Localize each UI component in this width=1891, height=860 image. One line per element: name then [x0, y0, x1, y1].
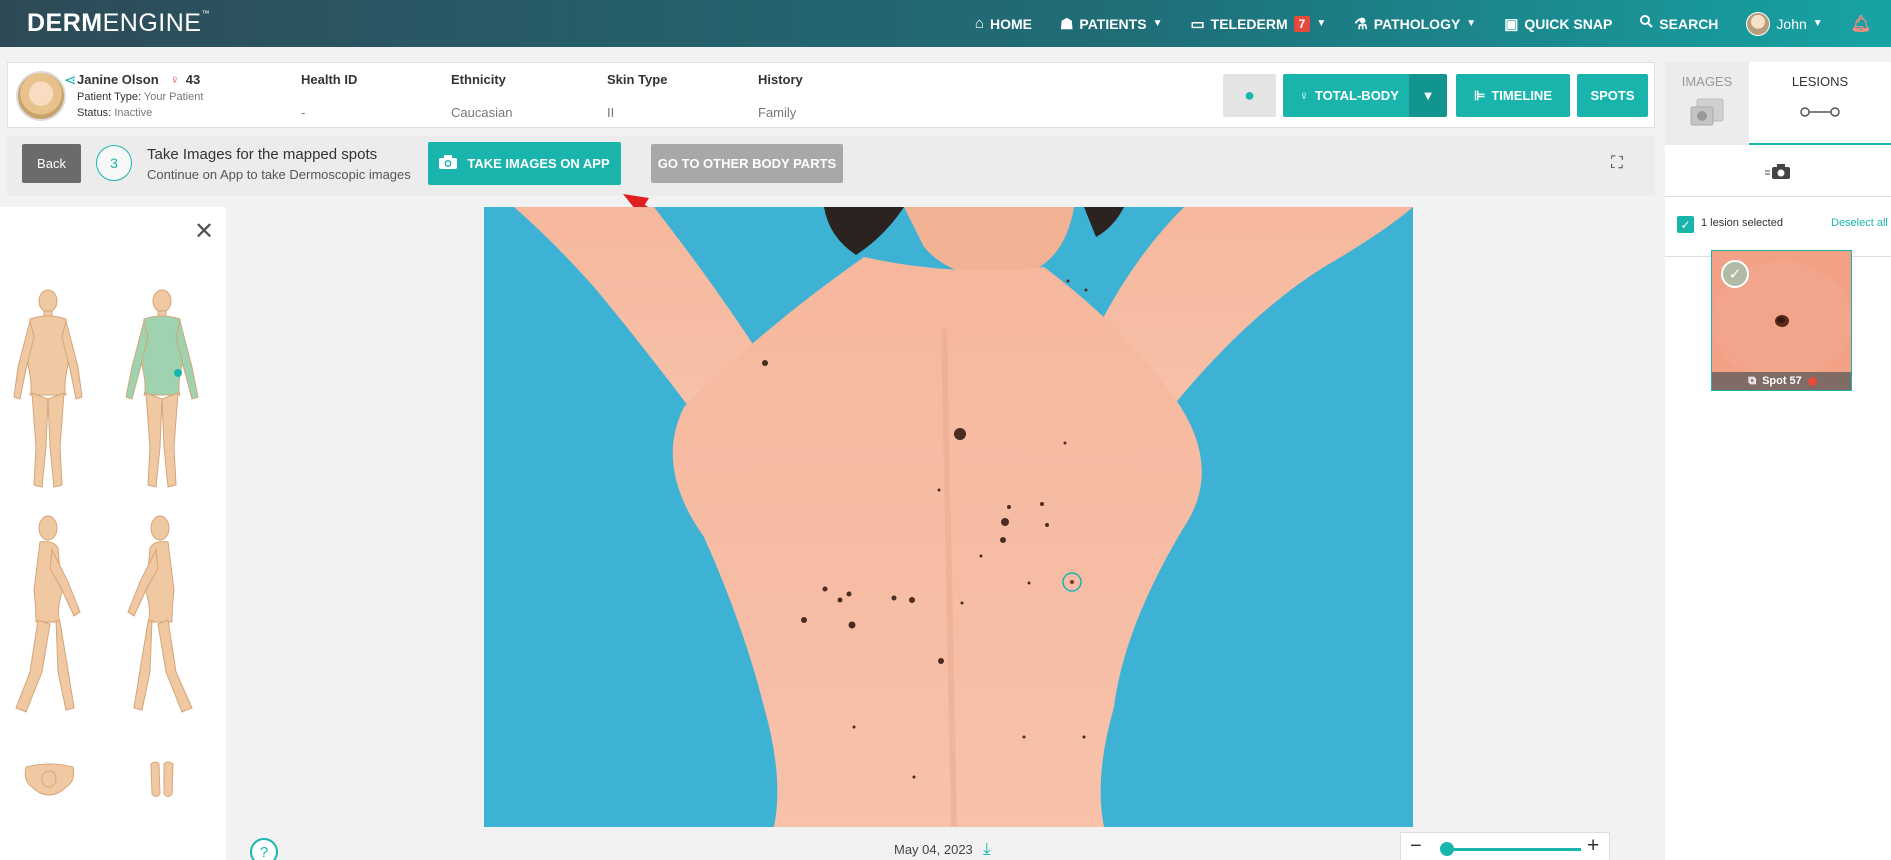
step-title: Take Images for the mapped spots	[147, 146, 378, 163]
nav-home[interactable]: ⌂ HOME	[975, 15, 1032, 32]
body-right-side-view[interactable]	[118, 512, 203, 717]
timeline-button[interactable]: ⊫ TIMELINE	[1456, 74, 1570, 117]
step-subtitle: Continue on App to take Dermoscopic imag…	[147, 167, 411, 182]
select-lesions-checkbox[interactable]: ✓	[1677, 216, 1694, 233]
nav-search[interactable]: SEARCH	[1640, 15, 1718, 32]
lesion-selected-count: 1 lesion selected	[1701, 217, 1783, 229]
back-button[interactable]: Back	[22, 144, 81, 183]
total-body-dropdown-button[interactable]: ▼	[1409, 74, 1447, 117]
zoom-out-icon[interactable]: −	[1410, 835, 1422, 858]
chevron-down-icon: ▼	[1316, 18, 1327, 29]
tab-images[interactable]: IMAGES	[1665, 62, 1749, 145]
caret-down-icon: ▼	[1421, 88, 1435, 103]
nav-quick-snap[interactable]: ▣ QUICK SNAP	[1504, 15, 1612, 33]
help-icon[interactable]: ?	[250, 838, 278, 860]
download-icon[interactable]: ⤓	[983, 839, 991, 859]
chevron-down-icon: ▼	[1152, 18, 1163, 29]
telederm-icon: ▭	[1190, 15, 1205, 33]
patient-name[interactable]: Janine Olson	[77, 72, 159, 87]
patient-status: Status: Inactive	[77, 107, 153, 119]
user-avatar	[1746, 11, 1771, 36]
go-to-other-body-parts-button[interactable]: GO TO OTHER BODY PARTS	[651, 144, 843, 183]
spot-label-bar: ⧉ Spot 57	[1712, 372, 1851, 390]
female-gender-icon: ♀	[170, 72, 180, 87]
open-external-icon[interactable]: ⧉	[1748, 375, 1756, 388]
take-images-on-app-button[interactable]: TAKE IMAGES ON APP	[428, 142, 621, 185]
right-panel: IMAGES LESIONS ✓ 1 lesion selected Desel…	[1665, 62, 1891, 860]
chevron-down-icon: ▼	[1812, 18, 1823, 29]
spots-button[interactable]: SPOTS	[1577, 74, 1648, 117]
lesion-selection-row: ✓ 1 lesion selected Deselect all	[1665, 197, 1891, 257]
total-body-button[interactable]: ♀ TOTAL-BODY	[1283, 74, 1415, 117]
history-column: History Family	[758, 72, 803, 120]
body-back-view-selected[interactable]	[120, 287, 205, 492]
lesion-thumbnail-spot-57[interactable]: ✓ ⧉ Spot 57	[1711, 250, 1852, 391]
risk-status-dot	[1807, 376, 1817, 386]
capture-lesion-button[interactable]	[1665, 152, 1891, 197]
clinical-back-image[interactable]	[484, 207, 1413, 827]
tab-lesions[interactable]: LESIONS	[1749, 62, 1891, 145]
patient-profile-button[interactable]: ●	[1223, 74, 1276, 117]
body-front-view[interactable]	[8, 287, 88, 492]
close-icon[interactable]: ✕	[194, 217, 214, 246]
user-icon: ●	[1244, 85, 1255, 105]
images-icon	[1690, 98, 1724, 126]
fullscreen-icon[interactable]: ⛶	[1611, 153, 1623, 173]
body-left-side-view[interactable]	[6, 512, 91, 717]
zoom-control: − +	[1400, 832, 1610, 860]
microscope-icon: ⚗	[1354, 15, 1368, 33]
nav-telederm[interactable]: ▭ TELEDERM 7 ▼	[1190, 15, 1326, 33]
camera-icon	[439, 155, 458, 172]
notifications-button[interactable]: 🔔︎	[1851, 14, 1871, 34]
health-id-column: Health ID -	[301, 72, 358, 120]
share-icon[interactable]: ⋖	[64, 71, 77, 89]
lesions-icon	[1800, 107, 1840, 117]
step-number: 3	[96, 145, 132, 181]
mapped-spot-marker	[174, 369, 182, 377]
zoom-slider-thumb[interactable]	[1440, 842, 1454, 856]
search-icon	[1640, 15, 1654, 32]
body-head-top-view[interactable]	[22, 759, 77, 799]
camera-icon	[1765, 163, 1791, 185]
back-photo	[484, 207, 1413, 827]
patients-icon: ☗	[1059, 15, 1074, 33]
home-icon: ⌂	[974, 15, 984, 32]
zoom-slider-track[interactable]	[1441, 848, 1581, 851]
image-date: May 04, 2023	[894, 842, 973, 857]
body-feet-view[interactable]	[148, 760, 176, 800]
dermengine-logo[interactable]: DERMENGINE™	[27, 9, 210, 38]
user-menu[interactable]: John ▼	[1746, 11, 1823, 36]
body-icon: ♀	[1299, 88, 1309, 103]
nav-pathology[interactable]: ⚗ PATHOLOGY ▼	[1354, 15, 1476, 33]
chevron-down-icon: ▼	[1466, 18, 1477, 29]
ethnicity-column: Ethnicity Caucasian	[451, 72, 513, 120]
patient-type: Patient Type: Your Patient	[77, 91, 204, 103]
skin-type-column: Skin Type II	[607, 72, 668, 120]
telederm-count-badge: 7	[1293, 15, 1311, 32]
patient-age: ♀ 43	[170, 72, 201, 87]
step-bar: Back 3 Take Images for the mapped spots …	[7, 136, 1655, 196]
zoom-in-icon[interactable]: +	[1587, 834, 1599, 858]
check-icon: ✓	[1721, 260, 1749, 288]
body-map-panel: ✕	[0, 207, 226, 860]
patient-photo[interactable]	[16, 71, 66, 121]
nav-patients[interactable]: ☗ PATIENTS ▼	[1060, 15, 1163, 33]
timeline-icon: ⊫	[1474, 87, 1486, 103]
bell-icon: 🔔︎	[1850, 15, 1871, 33]
quick-snap-icon: ▣	[1504, 15, 1519, 33]
top-nav-bar: DERMENGINE™ ⌂ HOME ☗ PATIENTS ▼ ▭ TELEDE…	[0, 0, 1891, 47]
deselect-all-link[interactable]: Deselect all	[1831, 217, 1888, 229]
